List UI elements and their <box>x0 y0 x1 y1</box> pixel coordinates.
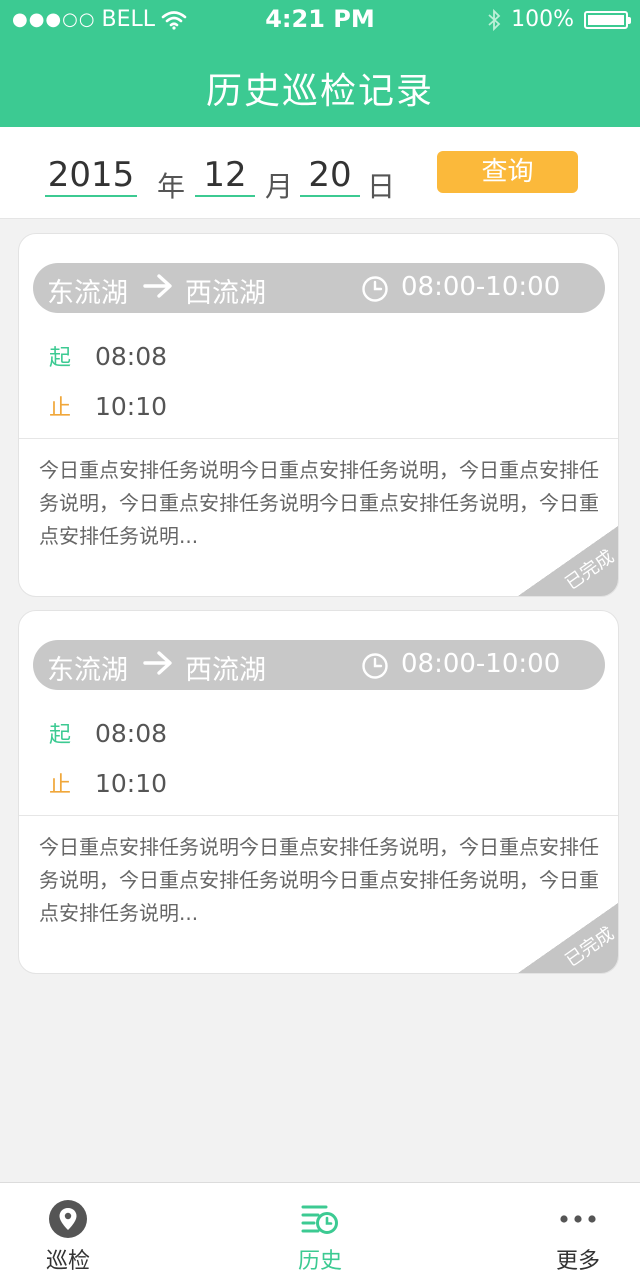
route-from: 东流湖 <box>47 655 128 686</box>
status-right: 100% <box>487 7 631 32</box>
end-time: 10:10 <box>95 392 168 421</box>
year-input[interactable]: 2015 <box>45 155 137 197</box>
battery-icon <box>584 10 631 29</box>
location-pin-icon <box>49 1200 87 1238</box>
status-badge: 已完成 <box>518 903 618 973</box>
arrow-right-icon <box>143 651 172 675</box>
year-unit-label: 年 <box>157 170 186 203</box>
route-period: 08:00-10:00 <box>401 272 561 302</box>
start-label: 起 <box>49 346 72 371</box>
tab-more[interactable]: 更多 <box>518 1183 638 1281</box>
day-unit-label: 日 <box>367 170 396 203</box>
tab-history-label: 历史 <box>297 1249 342 1274</box>
date-query-bar: 2015 年 12 月 20 日 查询 <box>0 127 640 219</box>
start-row: 起 08:08 <box>49 340 167 372</box>
arrow-right-icon <box>143 274 172 298</box>
tab-history[interactable]: 历史 <box>260 1183 380 1281</box>
route-bar: 东流湖 西流湖 08:00-10:00 <box>33 640 605 690</box>
start-row: 起 08:08 <box>49 717 167 749</box>
tab-patrol-label: 巡检 <box>45 1249 90 1274</box>
tab-patrol[interactable]: 巡检 <box>8 1183 128 1281</box>
status-badge-label: 已完成 <box>561 546 618 595</box>
page-title: 历史巡检记录 <box>205 71 434 112</box>
status-badge: 已完成 <box>518 526 618 596</box>
query-button[interactable]: 查询 <box>437 151 578 193</box>
end-row: 止 10:10 <box>49 767 167 799</box>
end-row: 止 10:10 <box>49 390 167 422</box>
route-period: 08:00-10:00 <box>401 649 561 679</box>
bottom-tab-bar: 巡检 历史 更多 <box>0 1182 640 1281</box>
clock-icon <box>362 276 388 302</box>
end-time: 10:10 <box>95 769 168 798</box>
route-to: 西流湖 <box>185 278 266 309</box>
history-list-icon <box>301 1205 338 1234</box>
status-bar: ●●●○○ BELL 4:21 PM 100% <box>0 0 640 40</box>
battery-percent: 100% <box>511 7 574 32</box>
tab-more-label: 更多 <box>555 1249 600 1274</box>
start-label: 起 <box>49 723 72 748</box>
record-card[interactable]: 东流湖 西流湖 08:00-10:00 起 08:08 止 10:10 今日重点安排… <box>18 233 619 597</box>
route-to: 西流湖 <box>185 655 266 686</box>
end-label: 止 <box>49 396 72 421</box>
start-time: 08:08 <box>95 342 168 371</box>
end-label: 止 <box>49 773 72 798</box>
status-badge-label: 已完成 <box>561 923 618 972</box>
route-bar: 东流湖 西流湖 08:00-10:00 <box>33 263 605 313</box>
start-time: 08:08 <box>95 719 168 748</box>
day-input[interactable]: 20 <box>300 155 360 197</box>
bluetooth-icon <box>488 8 501 31</box>
month-input[interactable]: 12 <box>195 155 255 197</box>
route-from: 东流湖 <box>47 278 128 309</box>
app-header: ●●●○○ BELL 4:21 PM 100% 历史巡检记录 <box>0 0 640 127</box>
more-dots-icon <box>560 1215 596 1223</box>
card-divider <box>19 438 618 439</box>
record-card[interactable]: 东流湖 西流湖 08:00-10:00 起 08:08 止 10:10 今日重点安排… <box>18 610 619 974</box>
clock-icon <box>362 653 388 679</box>
month-unit-label: 月 <box>265 170 294 203</box>
card-divider <box>19 815 618 816</box>
